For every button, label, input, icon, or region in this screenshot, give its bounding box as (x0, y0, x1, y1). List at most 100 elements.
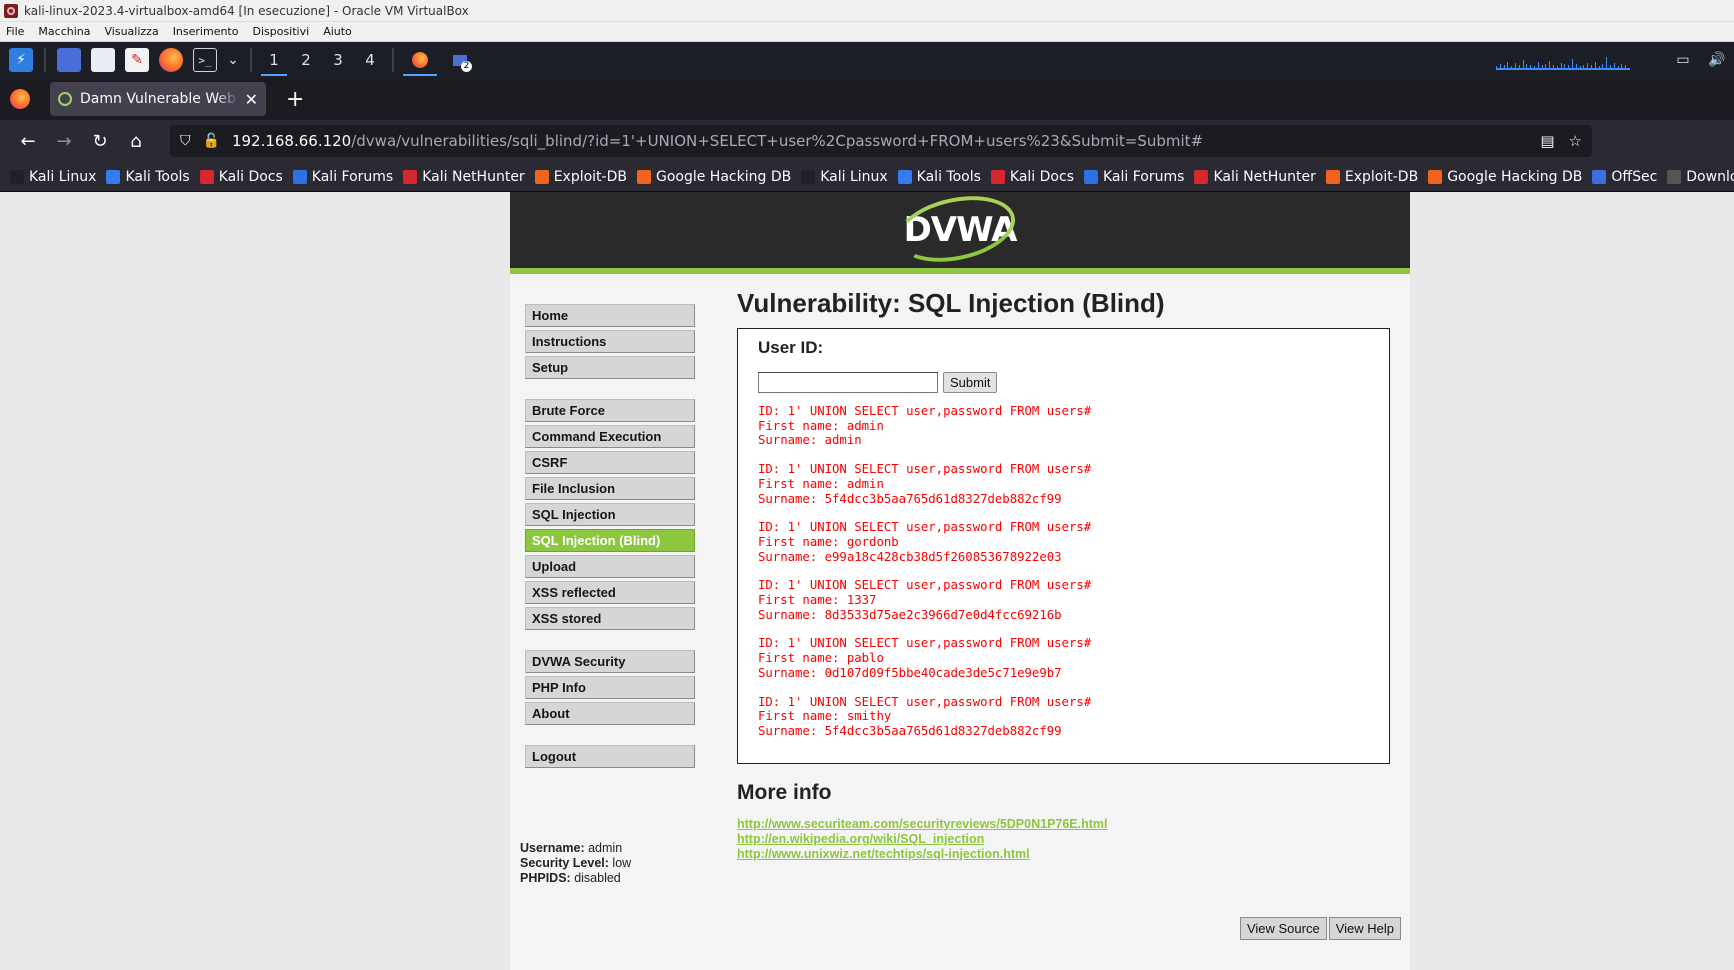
user-id-input[interactable] (758, 372, 938, 393)
menu-item-logout[interactable]: Logout (525, 745, 695, 768)
bookmark-label: Kali Tools (916, 168, 981, 185)
new-tab-icon[interactable]: + (286, 87, 304, 112)
view-source-button[interactable]: View Source (1239, 917, 1327, 940)
vbox-menu-input[interactable]: Inserimento (173, 25, 239, 38)
file-manager-icon[interactable] (91, 48, 115, 72)
panel-separator (44, 48, 46, 72)
workspace-3[interactable]: 3 (322, 42, 354, 78)
reader-view-icon[interactable]: ▤ (1540, 132, 1554, 150)
menu-item-about[interactable]: About (525, 702, 695, 725)
bookmark-item[interactable]: Kali Linux (10, 169, 96, 185)
menu-item-setup[interactable]: Setup (525, 356, 695, 379)
taskbar-firefox-window[interactable] (400, 42, 440, 78)
bookmark-item[interactable]: Exploit-DB (534, 169, 627, 185)
user-id-label: User ID: (758, 338, 824, 357)
result-first: First name: admin (758, 476, 884, 491)
forward-icon[interactable]: → (48, 125, 80, 157)
menu-item-php-info[interactable]: PHP Info (525, 676, 695, 699)
security-level-line: Security Level: low (520, 856, 631, 871)
vbox-menu-machine[interactable]: Macchina (38, 25, 90, 38)
menu-item-command-execution[interactable]: Command Execution (525, 425, 695, 448)
vbox-menu-file[interactable]: File (6, 25, 24, 38)
menu-item-instructions[interactable]: Instructions (525, 330, 695, 353)
more-info-link[interactable]: http://www.unixwiz.net/techtips/sql-inje… (737, 847, 1390, 862)
result-surname: Surname: 0d107d09f5bbe40cade3de5c71e9e9b… (758, 665, 1062, 680)
security-level-value: low (612, 856, 632, 870)
result-entry: ID: 1' UNION SELECT user,password FROM u… (758, 578, 1369, 622)
bookmark-favicon-icon (1667, 169, 1682, 184)
vbox-window-title: kali-linux-2023.4-virtualbox-amd64 [In e… (24, 3, 469, 18)
bookmark-item[interactable]: Kali Forums (1084, 169, 1184, 185)
more-info-link[interactable]: http://www.securiteam.com/securityreview… (737, 817, 1390, 832)
menu-item-file-inclusion[interactable]: File Inclusion (525, 477, 695, 500)
url-host: 192.168.66.120 (231, 132, 352, 150)
vbox-menu-help[interactable]: Aiuto (323, 25, 352, 38)
result-id: ID: 1' UNION SELECT user,password FROM u… (758, 694, 1092, 709)
username-value: admin (588, 841, 623, 855)
bookmark-item[interactable]: Kali NetHunter (403, 168, 525, 185)
network-monitor-graph (1496, 50, 1630, 70)
menu-item-xss-stored[interactable]: XSS stored (525, 607, 695, 630)
chevron-down-icon[interactable]: ⌄ (227, 48, 239, 72)
bookmark-item[interactable]: Kali Forums (292, 169, 393, 185)
menu-item-brute-force[interactable]: Brute Force (525, 399, 695, 422)
shield-icon[interactable]: ⛉ (180, 133, 191, 149)
show-desktop-icon[interactable] (57, 48, 81, 72)
close-icon[interactable]: ✕ (245, 90, 258, 109)
bookmark-item[interactable]: Kali Docs (199, 169, 283, 185)
menu-item-upload[interactable]: Upload (525, 555, 695, 578)
dvwa-logo: DVWA (890, 186, 1021, 272)
bookmark-item[interactable]: Kali Tools (106, 169, 190, 185)
bookmark-item[interactable]: Kali NetHunter (1194, 169, 1316, 185)
bookmark-item[interactable]: Google Hacking DB (636, 169, 791, 185)
workspace-2[interactable]: 2 (290, 42, 322, 78)
phpids-value: disabled (574, 871, 621, 885)
query-results: ID: 1' UNION SELECT user,password FROM u… (758, 404, 1369, 739)
menu-item-csrf[interactable]: CSRF (525, 451, 695, 474)
firefox-view-icon[interactable] (10, 89, 30, 109)
menu-item-sql-injection-blind[interactable]: SQL Injection (Blind) (525, 529, 695, 552)
taskbar-vbox-window[interactable]: 2 (440, 42, 480, 78)
url-bar[interactable]: ⛉ 🔓 192.168.66.120/dvwa/vulnerabilities/… (170, 125, 1592, 157)
bookmark-label: Kali Forums (1103, 168, 1185, 185)
reload-icon[interactable]: ↻ (84, 125, 116, 157)
result-first: First name: gordonb (758, 534, 899, 549)
bookmark-item[interactable]: Google Hacking DB (1428, 169, 1582, 185)
workspace-1[interactable]: 1 (258, 42, 290, 78)
bookmark-item[interactable]: Exploit-DB (1325, 169, 1418, 185)
menu-spacer (525, 633, 695, 650)
more-info-link[interactable]: http://en.wikipedia.org/wiki/SQL_injecti… (737, 832, 1390, 847)
bookmark-item[interactable]: OffSec (1592, 169, 1657, 185)
session-info: Username: admin Security Level: low PHPI… (520, 841, 631, 886)
menu-item-xss-reflected[interactable]: XSS reflected (525, 581, 695, 604)
menu-item-dvwa-security[interactable]: DVWA Security (525, 650, 695, 673)
window-count-badge: 2 (461, 61, 472, 72)
view-help-button[interactable]: View Help (1328, 917, 1401, 940)
bookmark-item[interactable]: Kali Linux (801, 169, 888, 185)
bookmark-star-icon[interactable]: ☆ (1569, 132, 1582, 150)
bookmark-item[interactable]: Kali Tools (897, 168, 981, 185)
firefox-launcher-icon[interactable] (159, 48, 183, 72)
logo-swoosh (890, 186, 1021, 272)
volume-icon[interactable]: 🔊 (1705, 48, 1729, 72)
security-level-label: Security Level: (520, 856, 609, 870)
bookmark-favicon-icon (292, 169, 307, 184)
submit-button[interactable]: Submit (943, 372, 998, 393)
workspace-4[interactable]: 4 (354, 42, 386, 78)
vulnerable-code-area: User ID: Submit ID: 1' UNION SELECT user… (737, 328, 1390, 764)
vbox-menu-devices[interactable]: Dispositivi (252, 25, 309, 38)
lock-icon[interactable]: 🔓 (203, 133, 220, 149)
bookmark-item[interactable]: Kali Docs (990, 169, 1074, 185)
bookmark-label: Kali NetHunter (422, 168, 525, 185)
terminal-icon[interactable]: >_ (193, 48, 217, 72)
menu-item-home[interactable]: Home (525, 304, 695, 327)
kali-menu-icon[interactable]: ⚡ (9, 48, 33, 72)
menu-item-sql-injection[interactable]: SQL Injection (525, 503, 695, 526)
text-editor-icon[interactable]: ✎ (125, 48, 149, 72)
bookmark-item[interactable]: Download (1667, 169, 1734, 185)
tab-dvwa[interactable]: Damn Vulnerable Web App ✕ (50, 82, 266, 116)
vbox-menu-view[interactable]: Visualizza (105, 25, 159, 38)
home-icon[interactable]: ⌂ (120, 125, 152, 157)
back-icon[interactable]: ← (12, 125, 44, 157)
display-icon[interactable]: ▭ (1671, 48, 1695, 72)
